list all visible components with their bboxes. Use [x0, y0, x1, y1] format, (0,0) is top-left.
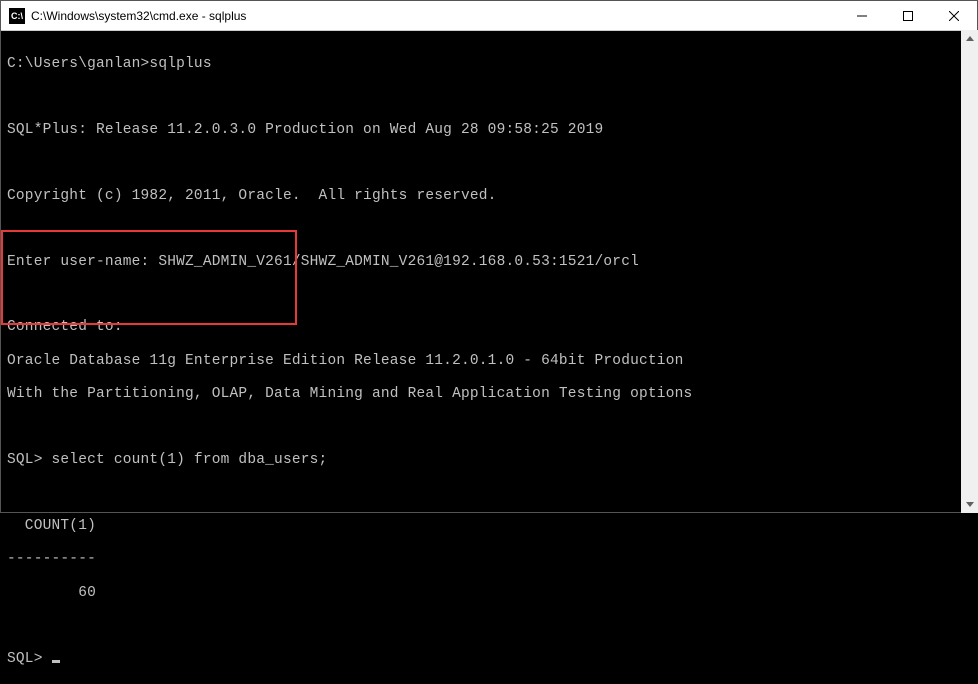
db-options: With the Partitioning, OLAP, Data Mining…	[7, 386, 971, 403]
username-line: Enter user-name: SHWZ_ADMIN_V261/SHWZ_AD…	[7, 254, 971, 271]
scroll-track[interactable]	[961, 47, 978, 496]
blank-line	[7, 89, 971, 105]
result-divider: ----------	[7, 551, 971, 568]
close-button[interactable]	[931, 1, 977, 30]
connected-line: Connected to:	[7, 319, 971, 336]
cursor	[52, 660, 60, 663]
scroll-up-arrow[interactable]	[961, 30, 978, 47]
blank-line	[7, 618, 971, 634]
window-controls	[839, 1, 977, 30]
window-titlebar: C:\ C:\Windows\system32\cmd.exe - sqlplu…	[1, 1, 977, 31]
db-version: Oracle Database 11g Enterprise Edition R…	[7, 353, 971, 370]
window-title: C:\Windows\system32\cmd.exe - sqlplus	[31, 9, 839, 23]
prompt-line: C:\Users\ganlan>sqlplus	[7, 56, 971, 73]
sqlplus-version: SQL*Plus: Release 11.2.0.3.0 Production …	[7, 122, 971, 139]
sql-prompt: SQL>	[7, 651, 971, 668]
sql-query: SQL> select count(1) from dba_users;	[7, 452, 971, 469]
terminal-output[interactable]: C:\Users\ganlan>sqlplus SQL*Plus: Releas…	[1, 31, 977, 512]
maximize-button[interactable]	[885, 1, 931, 30]
cmd-icon: C:\	[9, 8, 25, 24]
blank-line	[7, 485, 971, 501]
blank-line	[7, 420, 971, 436]
scroll-down-arrow[interactable]	[961, 496, 978, 513]
result-header: COUNT(1)	[7, 518, 971, 535]
copyright-line: Copyright (c) 1982, 2011, Oracle. All ri…	[7, 188, 971, 205]
blank-line	[7, 287, 971, 303]
blank-line	[7, 155, 971, 171]
blank-line	[7, 221, 971, 237]
minimize-button[interactable]	[839, 1, 885, 30]
result-value: 60	[7, 585, 971, 602]
vertical-scrollbar[interactable]	[961, 30, 978, 513]
